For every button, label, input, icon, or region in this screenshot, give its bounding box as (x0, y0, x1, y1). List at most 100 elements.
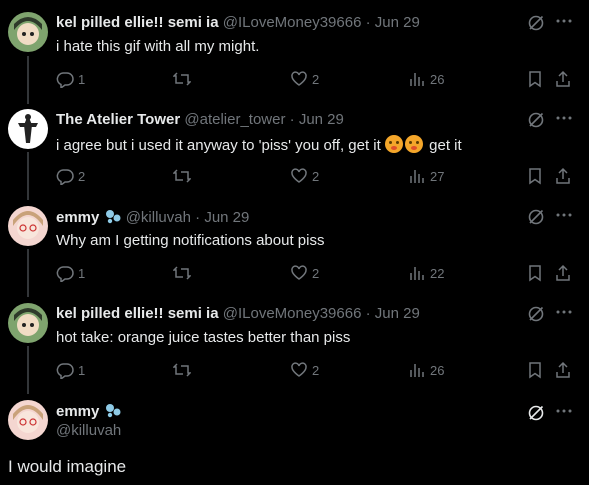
more-icon[interactable] (555, 206, 573, 224)
user-handle[interactable]: @ILoveMoney39666 (223, 14, 362, 31)
display-name[interactable]: kel pilled ellie!! semi ia (56, 14, 219, 31)
views-icon (410, 267, 424, 280)
like-count: 2 (312, 71, 320, 87)
like-button[interactable]: 2 (290, 361, 319, 379)
retweet-icon (173, 266, 191, 280)
bookmark-button[interactable] (526, 264, 544, 282)
tweet-actions: 1 2 26 (56, 70, 576, 90)
retweet-button[interactable] (173, 264, 191, 282)
views-button[interactable]: 26 (408, 70, 444, 88)
tweet[interactable]: kel pilled ellie!! semi ia @ILoveMoney39… (0, 12, 589, 98)
share-button[interactable] (554, 361, 572, 379)
user-handle[interactable]: @killuvah (56, 422, 121, 439)
retweet-icon (173, 72, 191, 86)
grok-icon[interactable] (527, 111, 545, 129)
share-button[interactable] (554, 167, 572, 185)
avatar[interactable] (8, 303, 48, 343)
share-icon (556, 361, 570, 378)
more-icon[interactable] (555, 12, 573, 30)
avatar[interactable] (8, 12, 48, 52)
tweet[interactable]: The Atelier Tower @atelier_tower · Jun 2… (0, 109, 589, 195)
tweet-header: kel pilled ellie!! semi ia @ILoveMoney39… (56, 14, 420, 31)
avatar[interactable] (8, 206, 48, 246)
views-button[interactable]: 27 (408, 167, 444, 185)
reply-icon (56, 169, 74, 185)
views-count: 26 (430, 362, 445, 378)
retweet-button[interactable] (173, 70, 191, 88)
tweet-date[interactable]: Jun 29 (204, 209, 249, 226)
reply-button[interactable]: 1 (56, 70, 85, 88)
reply-button[interactable]: 1 (56, 264, 85, 282)
like-button[interactable]: 2 (290, 167, 319, 185)
views-icon (410, 170, 424, 183)
bubbles-emoji-icon (105, 210, 121, 224)
separator-dot: · (365, 14, 371, 31)
like-count: 2 (312, 362, 320, 378)
tweet-actions: 1 2 26 (56, 361, 576, 381)
grok-icon[interactable] (527, 14, 545, 32)
avatar[interactable] (8, 109, 48, 149)
views-count: 26 (430, 71, 445, 87)
bookmark-button[interactable] (526, 167, 544, 185)
retweet-button[interactable] (173, 167, 191, 185)
heart-icon (291, 265, 307, 280)
reply-count: 2 (78, 168, 86, 184)
share-icon (556, 70, 570, 87)
views-count: 22 (430, 265, 445, 281)
display-name[interactable]: emmy (56, 209, 99, 226)
tweet-actions: 2 2 27 (56, 167, 576, 187)
separator-dot: · (365, 305, 371, 322)
tweet-date[interactable]: Jun 29 (299, 111, 344, 128)
tweet[interactable]: emmy @killuvah · Jun 29 Why am I getting… (0, 206, 589, 292)
tweet[interactable]: kel pilled ellie!! semi ia @ILoveMoney39… (0, 303, 589, 389)
bookmark-icon (529, 71, 541, 88)
display-name[interactable]: The Atelier Tower (56, 111, 180, 128)
tweet-text: i agree but i used it anyway to 'piss' y… (56, 135, 462, 154)
display-name[interactable]: kel pilled ellie!! semi ia (56, 305, 219, 322)
reply-icon (56, 72, 74, 88)
bookmark-button[interactable] (526, 70, 544, 88)
more-icon[interactable] (555, 303, 573, 321)
flushed-emoji-icon (404, 135, 423, 153)
more-icon[interactable] (555, 109, 573, 127)
user-handle[interactable]: @ILoveMoney39666 (223, 305, 362, 322)
views-button[interactable]: 26 (408, 361, 444, 379)
heart-icon (291, 168, 307, 183)
retweet-button[interactable] (173, 361, 191, 379)
tweet-header: emmy @killuvah · Jun 29 (56, 208, 249, 226)
avatar[interactable] (8, 400, 48, 440)
share-button[interactable] (554, 264, 572, 282)
separator-dot: · (289, 111, 295, 128)
reply-count: 1 (78, 265, 86, 281)
display-name[interactable]: emmy (56, 403, 99, 420)
share-button[interactable] (554, 70, 572, 88)
views-button[interactable]: 22 (408, 264, 444, 282)
tweet-date[interactable]: Jun 29 (375, 305, 420, 322)
tweet-text: Why am I getting notifications about pis… (56, 232, 325, 249)
views-icon (410, 73, 424, 86)
reply-icon (56, 363, 74, 379)
retweet-icon (173, 169, 191, 183)
like-button[interactable]: 2 (290, 264, 319, 282)
views-icon (410, 364, 424, 377)
reply-button[interactable]: 2 (56, 167, 85, 185)
user-handle[interactable]: @killuvah (126, 209, 191, 226)
tweet-date[interactable]: Jun 29 (375, 14, 420, 31)
tweet-text-main: i agree but i used it anyway to 'piss' y… (56, 137, 381, 154)
reply-count: 1 (78, 362, 86, 378)
like-button[interactable]: 2 (290, 70, 319, 88)
bookmark-icon (529, 265, 541, 282)
reply-icon (56, 266, 74, 282)
retweet-icon (173, 363, 191, 377)
grok-icon[interactable] (527, 404, 545, 422)
reply-button[interactable]: 1 (56, 361, 85, 379)
more-icon[interactable] (555, 402, 573, 420)
heart-icon (291, 71, 307, 86)
user-handle[interactable]: @atelier_tower (184, 111, 285, 128)
bookmark-button[interactable] (526, 361, 544, 379)
tweet-actions: 1 2 22 (56, 264, 576, 284)
share-icon (556, 167, 570, 184)
grok-icon[interactable] (527, 208, 545, 226)
grok-icon[interactable] (527, 305, 545, 323)
reply-count: 1 (78, 71, 86, 87)
